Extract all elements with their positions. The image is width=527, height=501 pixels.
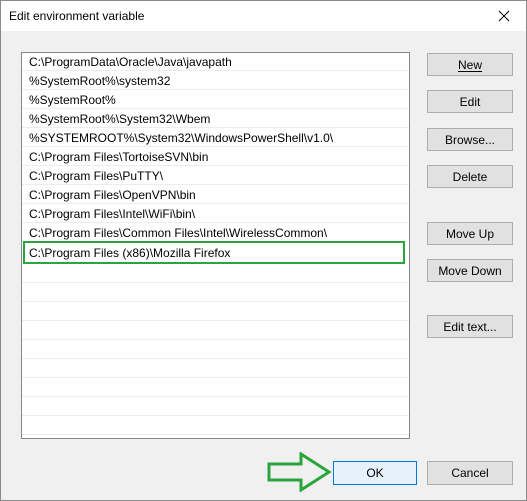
browse-button-label: Browse... xyxy=(444,132,495,147)
list-item-label: C:\Program Files\OpenVPN\bin xyxy=(29,188,196,202)
edit-button-label: Edit xyxy=(459,94,481,109)
window-title: Edit environment variable xyxy=(9,9,145,23)
cancel-button[interactable]: Cancel xyxy=(427,461,513,485)
move-down-button-label: Move Down xyxy=(438,263,502,278)
list-item[interactable]: %SystemRoot%\System32\Wbem xyxy=(22,110,409,128)
list-item-empty xyxy=(22,417,409,435)
list-item-label: C:\Program Files\Common Files\Intel\Wire… xyxy=(29,226,328,240)
browse-button[interactable]: Browse... xyxy=(427,128,513,151)
path-list[interactable]: C:\ProgramData\Oracle\Java\javapath %Sys… xyxy=(21,52,410,439)
list-item-label: C:\ProgramData\Oracle\Java\javapath xyxy=(29,55,232,69)
ok-button-label: OK xyxy=(366,466,384,480)
list-item[interactable]: C:\Program Files\PuTTY\ xyxy=(22,167,409,185)
list-item-label: C:\Program Files\Intel\WiFi\bin\ xyxy=(29,207,196,221)
close-button[interactable] xyxy=(481,1,526,31)
list-item-label: %SystemRoot%\System32\Wbem xyxy=(29,112,211,126)
edit-button[interactable]: Edit xyxy=(427,90,513,113)
move-down-button[interactable]: Move Down xyxy=(427,259,513,282)
list-item[interactable]: C:\Program Files\TortoiseSVN\bin xyxy=(22,148,409,166)
move-up-button-label: Move Up xyxy=(445,226,495,241)
edit-text-button-label: Edit text... xyxy=(443,319,497,334)
cancel-button-label: Cancel xyxy=(451,466,489,480)
list-item-empty xyxy=(22,265,409,283)
list-item-label: %SystemRoot%\system32 xyxy=(29,74,171,88)
list-item-label: %SystemRoot% xyxy=(29,93,116,107)
edit-text-button[interactable]: Edit text... xyxy=(427,315,513,338)
list-item[interactable]: %SYSTEMROOT%\System32\WindowsPowerShell\… xyxy=(22,129,409,147)
list-item-selected[interactable]: C:\Program Files (x86)\Mozilla Firefox xyxy=(23,241,405,264)
delete-button-label: Delete xyxy=(452,169,488,184)
list-item-label: C:\Program Files\TortoiseSVN\bin xyxy=(29,150,209,164)
new-button[interactable]: New xyxy=(427,53,513,76)
list-item[interactable]: C:\Program Files\OpenVPN\bin xyxy=(22,186,409,204)
list-item[interactable]: %SystemRoot% xyxy=(22,91,409,109)
list-item-empty xyxy=(22,303,409,321)
new-button-label: New xyxy=(457,57,482,72)
list-item-empty xyxy=(22,398,409,416)
move-up-button[interactable]: Move Up xyxy=(427,222,513,245)
arrow-right-icon xyxy=(267,452,331,492)
list-item-empty xyxy=(22,341,409,359)
list-item-empty xyxy=(22,322,409,340)
list-item-label: %SYSTEMROOT%\System32\WindowsPowerShell\… xyxy=(29,131,334,145)
list-item[interactable]: C:\Program Files\Common Files\Intel\Wire… xyxy=(22,224,409,242)
list-item-label: C:\Program Files\PuTTY\ xyxy=(29,169,164,183)
list-item[interactable]: C:\Program Files\Intel\WiFi\bin\ xyxy=(22,205,409,223)
ok-button[interactable]: OK xyxy=(333,461,417,485)
close-icon xyxy=(498,10,509,22)
title-bar: Edit environment variable xyxy=(1,1,526,31)
delete-button[interactable]: Delete xyxy=(427,165,513,188)
list-item[interactable]: %SystemRoot%\system32 xyxy=(22,72,409,90)
list-item-empty xyxy=(22,379,409,397)
list-item-empty xyxy=(22,360,409,378)
list-item-label: C:\Program Files (x86)\Mozilla Firefox xyxy=(29,246,231,260)
list-item[interactable]: C:\ProgramData\Oracle\Java\javapath xyxy=(22,53,409,71)
list-item-empty xyxy=(22,284,409,302)
edit-environment-variable-dialog: Edit environment variable C:\ProgramData… xyxy=(0,0,527,501)
